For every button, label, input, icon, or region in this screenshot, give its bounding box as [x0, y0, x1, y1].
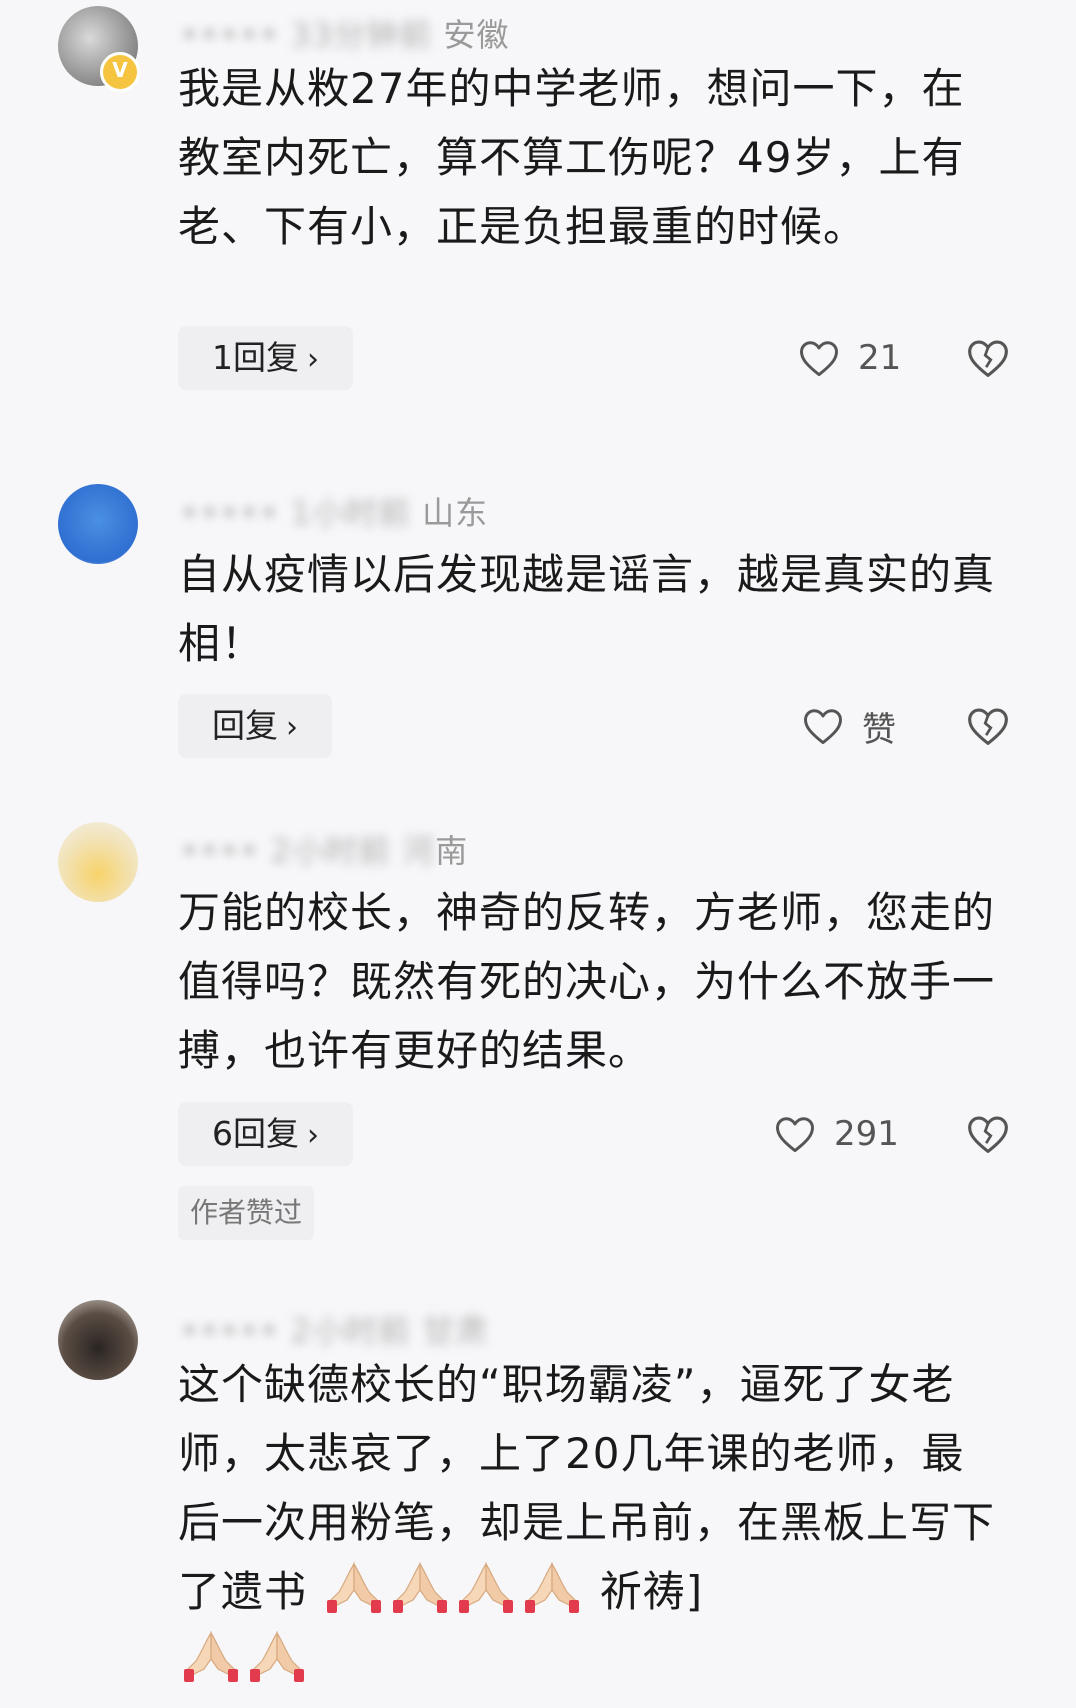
- avatar[interactable]: [58, 484, 138, 564]
- like-count: 291: [834, 1114, 899, 1154]
- chevron-right-icon: ›: [307, 1118, 319, 1153]
- praying-hands-icon: [327, 1562, 382, 1613]
- avatar[interactable]: [58, 1300, 138, 1380]
- broken-heart-icon[interactable]: [966, 336, 1010, 380]
- comment-meta: ••••• 2小时前 甘肃: [180, 1306, 488, 1352]
- broken-heart-icon[interactable]: [966, 1112, 1010, 1156]
- author-liked-badge: 作者赞过: [178, 1186, 315, 1240]
- reply-button[interactable]: 1回复 ›: [178, 326, 353, 390]
- location: 安徽: [443, 16, 510, 54]
- verified-badge-icon: V: [100, 52, 140, 92]
- location: 南: [435, 832, 469, 870]
- comment-text-main: 这个缺德校长的“职场霸凌”，逼死了女老师，太悲哀了，上了20几年课的老师，最后一…: [178, 1360, 996, 1616]
- like-button[interactable]: 赞: [802, 694, 896, 758]
- heart-outline-icon: [776, 1117, 814, 1153]
- reply-label: 1回复: [212, 338, 299, 377]
- username-time: ••••• 33分钟前: [180, 16, 433, 54]
- heart-outline-icon: [800, 341, 838, 377]
- reply-label: 回复: [212, 706, 278, 745]
- location: 山东: [422, 494, 489, 532]
- chevron-right-icon: ›: [307, 342, 319, 377]
- like-count: 21: [858, 338, 902, 378]
- avatar[interactable]: [58, 822, 138, 902]
- reply-label: 6回复: [212, 1114, 299, 1153]
- heart-outline-icon: [804, 709, 842, 745]
- broken-heart-icon[interactable]: [966, 704, 1010, 748]
- comment-text: 万能的校长，神奇的反转，方老师，您走的值得吗？既然有死的决心，为什么不放手一搏，…: [178, 888, 996, 1075]
- like-label: 赞: [862, 709, 896, 750]
- username-time: ••••• 2小时前 甘肃: [180, 1312, 489, 1350]
- comment-text: 我是从敉27年的中学老师，想问一下，在教室内死亡，算不算工伤呢？49岁，上有老、…: [178, 64, 965, 251]
- praying-hands-icon: [525, 1562, 580, 1613]
- praying-hands-icon: [393, 1562, 448, 1613]
- comment-meta: ••••• 33分钟前 安徽: [180, 10, 509, 56]
- praying-hands-icon: [184, 1631, 238, 1682]
- comment-text-tail: 祈祷]: [599, 1567, 704, 1616]
- like-button[interactable]: 291: [774, 1102, 899, 1166]
- comment-text: 这个缺德校长的“职场霸凌”，逼死了女老师，太悲哀了，上了20几年课的老师，最后一…: [178, 1350, 998, 1695]
- comment-meta: •••• 2小时前 河南: [180, 826, 468, 872]
- chevron-right-icon: ›: [286, 710, 298, 745]
- reply-button[interactable]: 6回复 ›: [178, 1102, 353, 1166]
- reply-button[interactable]: 回复 ›: [178, 694, 332, 758]
- like-button[interactable]: 21: [798, 326, 901, 390]
- username-time: ••••• 1小时前: [180, 494, 411, 532]
- praying-hands-icon: [250, 1631, 304, 1682]
- comment-text: 自从疫情以后发现越是谣言，越是真实的真相！: [178, 550, 996, 668]
- praying-hands-icon: [459, 1562, 514, 1613]
- pray-emojis-line2: [178, 1631, 310, 1685]
- username-time: •••• 2小时前 河: [180, 832, 436, 870]
- pray-emojis: [321, 1562, 585, 1616]
- comment-meta: ••••• 1小时前 山东: [180, 488, 488, 534]
